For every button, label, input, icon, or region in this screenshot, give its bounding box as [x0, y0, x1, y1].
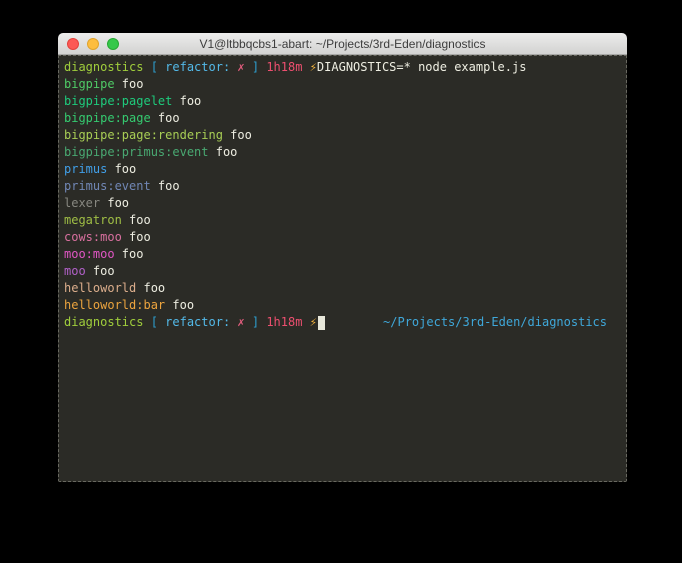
terminal-line: primus:event foo	[64, 178, 621, 195]
terminal-line-content: bigpipe:page foo	[64, 111, 180, 125]
terminal-line: bigpipe foo	[64, 76, 621, 93]
terminal-text-segment: ✗	[237, 315, 244, 329]
terminal-text-segment: cows:moo	[64, 230, 129, 244]
terminal-line-content: primus:event foo	[64, 179, 180, 193]
terminal-line: cows:moo foo	[64, 229, 621, 246]
terminal-screen[interactable]: diagnostics [ refactor: ✗ ] 1h18m ⚡DIAGN…	[58, 55, 627, 482]
terminal-line-content: bigpipe foo	[64, 77, 143, 91]
terminal-text-segment: refactor:	[165, 315, 237, 329]
terminal-line: helloworld:bar foo	[64, 297, 621, 314]
terminal-text-segment: foo	[115, 162, 137, 176]
terminal-line-content: helloworld:bar foo	[64, 298, 194, 312]
terminal-window: V1@ltbbqcbs1-abart: ~/Projects/3rd-Eden/…	[58, 33, 627, 482]
terminal-text-segment: [	[151, 60, 165, 74]
terminal-line-content: helloworld foo	[64, 281, 165, 295]
terminal-line: bigpipe:page foo	[64, 110, 621, 127]
terminal-text-segment: foo	[158, 179, 180, 193]
terminal-text-segment: [	[151, 315, 165, 329]
terminal-text-segment: foo	[93, 264, 115, 278]
terminal-text-segment: foo	[107, 196, 129, 210]
terminal-text-segment: moo	[64, 264, 93, 278]
terminal-line-content: megatron foo	[64, 213, 151, 227]
terminal-text-segment: ⚡	[310, 315, 317, 329]
terminal-text-segment: foo	[143, 281, 165, 295]
terminal-text-segment: ]	[245, 60, 267, 74]
terminal-cursor	[318, 316, 325, 330]
terminal-text-segment: foo	[172, 298, 194, 312]
terminal-text-segment: foo	[122, 77, 144, 91]
terminal-line-content: moo foo	[64, 264, 115, 278]
terminal-line-content: bigpipe:pagelet foo	[64, 94, 201, 108]
terminal-line: megatron foo	[64, 212, 621, 229]
terminal-text-segment: primus	[64, 162, 115, 176]
terminal-line: moo foo	[64, 263, 621, 280]
terminal-text-segment: bigpipe:primus:event	[64, 145, 216, 159]
terminal-text-segment: bigpipe	[64, 77, 122, 91]
terminal-text-segment: ]	[245, 315, 267, 329]
terminal-text-segment: foo	[129, 213, 151, 227]
terminal-text-segment: diagnostics	[64, 315, 151, 329]
terminal-text-segment: primus:event	[64, 179, 158, 193]
terminal-text-segment: 1h18m	[266, 60, 309, 74]
terminal-text-segment: lexer	[64, 196, 107, 210]
terminal-line: diagnostics [ refactor: ✗ ] 1h18m ⚡ ~/Pro…	[64, 314, 621, 331]
terminal-line: helloworld foo	[64, 280, 621, 297]
terminal-text-segment: bigpipe:page:rendering	[64, 128, 230, 142]
terminal-text-segment: bigpipe:pagelet	[64, 94, 180, 108]
terminal-text-segment: DIAGNOSTICS=* node example.js	[317, 60, 527, 74]
terminal-text-segment: foo	[216, 145, 238, 159]
window-title: V1@ltbbqcbs1-abart: ~/Projects/3rd-Eden/…	[199, 37, 485, 51]
terminal-line: bigpipe:page:rendering foo	[64, 127, 621, 144]
title-bar[interactable]: V1@ltbbqcbs1-abart: ~/Projects/3rd-Eden/…	[58, 33, 627, 55]
terminal-text-segment: bigpipe:page	[64, 111, 158, 125]
terminal-line: primus foo	[64, 161, 621, 178]
terminal-line-content: cows:moo foo	[64, 230, 151, 244]
terminal-text-segment: foo	[180, 94, 202, 108]
terminal-text-segment: helloworld	[64, 281, 143, 295]
terminal-line-content: lexer foo	[64, 196, 129, 210]
terminal-text-segment: moo:moo	[64, 247, 122, 261]
terminal-text-segment: foo	[122, 247, 144, 261]
terminal-text-segment: megatron	[64, 213, 129, 227]
terminal-line-content: diagnostics [ refactor: ✗ ] 1h18m ⚡	[64, 314, 325, 331]
terminal-text-segment: 1h18m	[266, 315, 309, 329]
terminal-line-content: primus foo	[64, 162, 136, 176]
minimize-button[interactable]	[87, 38, 99, 50]
terminal-line: bigpipe:primus:event foo	[64, 144, 621, 161]
terminal-text-segment: foo	[129, 230, 151, 244]
terminal-text-segment: foo	[230, 128, 252, 142]
terminal-text-segment: refactor:	[165, 60, 237, 74]
traffic-lights	[67, 33, 119, 54]
terminal-line: diagnostics [ refactor: ✗ ] 1h18m ⚡DIAGN…	[64, 59, 621, 76]
terminal-line: bigpipe:pagelet foo	[64, 93, 621, 110]
terminal-line: lexer foo	[64, 195, 621, 212]
terminal-line-content: bigpipe:page:rendering foo	[64, 128, 252, 142]
zoom-button[interactable]	[107, 38, 119, 50]
terminal-text-segment: ✗	[237, 60, 244, 74]
terminal-text-segment: helloworld:bar	[64, 298, 172, 312]
terminal-text-segment: foo	[158, 111, 180, 125]
terminal-line-content: bigpipe:primus:event foo	[64, 145, 237, 159]
terminal-lines: diagnostics [ refactor: ✗ ] 1h18m ⚡DIAGN…	[64, 59, 621, 331]
close-button[interactable]	[67, 38, 79, 50]
terminal-text-segment: diagnostics	[64, 60, 151, 74]
terminal-line: moo:moo foo	[64, 246, 621, 263]
terminal-text-segment: ⚡	[310, 60, 317, 74]
terminal-line-content: moo:moo foo	[64, 247, 143, 261]
right-prompt-path: ~/Projects/3rd-Eden/diagnostics	[383, 314, 607, 331]
terminal-line-content: diagnostics [ refactor: ✗ ] 1h18m ⚡DIAGN…	[64, 60, 526, 74]
